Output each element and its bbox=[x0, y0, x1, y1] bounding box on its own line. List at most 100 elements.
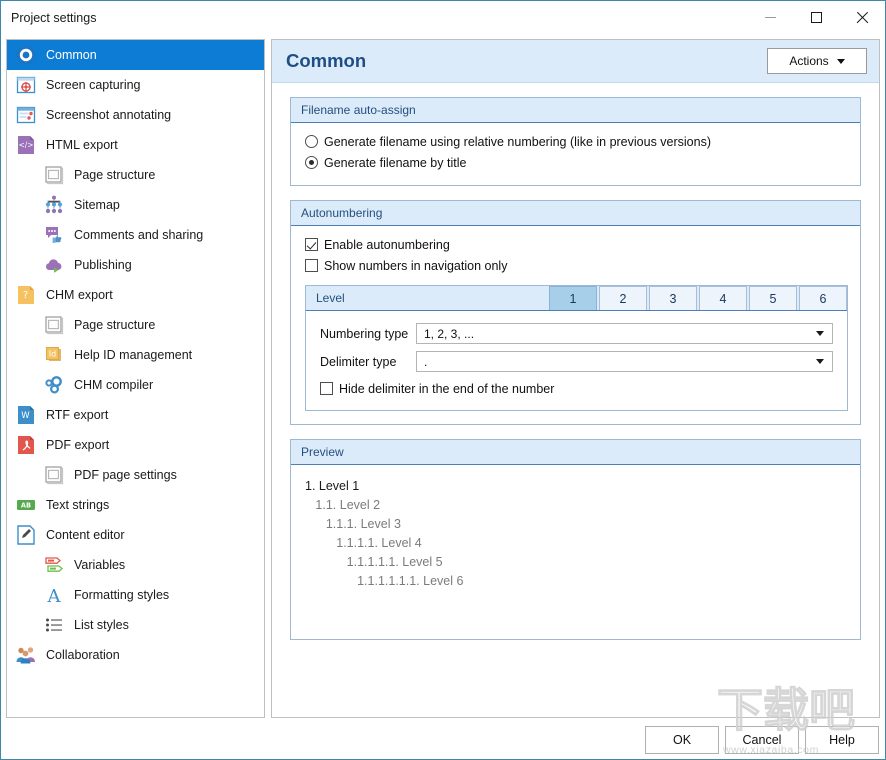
comments-sharing-icon bbox=[43, 224, 65, 246]
svg-text:</>: </> bbox=[18, 141, 33, 150]
close-button[interactable] bbox=[839, 1, 885, 34]
preview-line: 1. Level 1 bbox=[305, 479, 360, 493]
ok-button[interactable]: OK bbox=[645, 726, 719, 754]
page-structure-icon bbox=[43, 314, 65, 336]
sidebar-item-collaboration[interactable]: Collaboration bbox=[7, 640, 264, 670]
sidebar-item-label: Screen capturing bbox=[46, 78, 141, 92]
group-header-label: Autonumbering bbox=[301, 206, 383, 220]
numbering-type-row: Numbering type 1, 2, 3, ... bbox=[320, 323, 833, 344]
level-tab-6[interactable]: 6 bbox=[799, 286, 847, 310]
sidebar-item-label: RTF export bbox=[46, 408, 109, 422]
sidebar-item-variables[interactable]: Variables bbox=[7, 550, 264, 580]
sidebar-item-publishing[interactable]: Publishing bbox=[7, 250, 264, 280]
sidebar-item-screenshot-annotating[interactable]: Screenshot annotating bbox=[7, 100, 264, 130]
help-button[interactable]: Help bbox=[805, 726, 879, 754]
sidebar-item-label: Text strings bbox=[46, 498, 110, 512]
delimiter-type-select[interactable]: . bbox=[416, 351, 833, 372]
group-body: Generate filename using relative numberi… bbox=[291, 123, 860, 185]
checkbox-enable-autonumbering[interactable]: Enable autonumbering bbox=[305, 235, 848, 254]
maximize-button[interactable] bbox=[793, 1, 839, 34]
variables-icon bbox=[43, 554, 65, 576]
settings-navigation-list[interactable]: Common Screen capturing Screenshot annot… bbox=[6, 39, 265, 718]
delimiter-type-label: Delimiter type bbox=[320, 354, 397, 369]
sidebar-item-pdf-page-settings[interactable]: PDF page settings bbox=[7, 460, 264, 490]
sidebar-item-comments-and-sharing[interactable]: Comments and sharing bbox=[7, 220, 264, 250]
preview-body: 1. Level 1 1.1. Level 2 1.1.1. Level 3 1… bbox=[291, 465, 860, 639]
sidebar-item-sitemap[interactable]: Sitemap bbox=[7, 190, 264, 220]
sidebar-item-content-editor[interactable]: Content editor bbox=[7, 520, 264, 550]
level-tab-5[interactable]: 5 bbox=[749, 286, 797, 310]
sidebar-item-label: Content editor bbox=[46, 528, 125, 542]
level-tab-label: 2 bbox=[619, 291, 627, 306]
radio-generate-filename-by-title[interactable]: Generate filename by title bbox=[305, 153, 848, 172]
content-header: Common Actions bbox=[272, 40, 879, 83]
svg-text:?: ? bbox=[23, 290, 28, 301]
radio-label: Generate filename by title bbox=[324, 155, 467, 170]
sidebar-item-label: Formatting styles bbox=[74, 588, 170, 602]
checkbox-label: Hide delimiter in the end of the number bbox=[339, 381, 555, 396]
preview-line: 1.1.1.1. Level 4 bbox=[305, 536, 422, 550]
content-editor-icon bbox=[15, 524, 37, 546]
radio-label: Generate filename using relative numberi… bbox=[324, 134, 711, 149]
publishing-icon bbox=[43, 254, 65, 276]
level-group-body: Numbering type 1, 2, 3, ... Delimiter ty… bbox=[306, 311, 847, 410]
sidebar-item-chm-export[interactable]: ? CHM export bbox=[7, 280, 264, 310]
chm-compiler-icon bbox=[43, 374, 65, 396]
window-title: Project settings bbox=[11, 10, 97, 25]
level-tab-1[interactable]: 1 bbox=[549, 286, 597, 310]
page-title: Common bbox=[286, 50, 367, 71]
delimiter-type-row: Delimiter type . bbox=[320, 351, 833, 372]
numbering-type-value: 1, 2, 3, ... bbox=[424, 326, 475, 341]
formatting-styles-icon: A bbox=[43, 584, 65, 606]
actions-button[interactable]: Actions bbox=[767, 48, 867, 74]
preview-line: 1.1.1. Level 3 bbox=[305, 517, 401, 531]
checkbox-label: Show numbers in navigation only bbox=[324, 258, 508, 273]
sidebar-item-rtf-export[interactable]: W RTF export bbox=[7, 400, 264, 430]
chevron-down-icon bbox=[811, 331, 829, 336]
project-settings-window: Project settings Common Screen capturing… bbox=[0, 0, 886, 760]
help-id-icon: Id bbox=[43, 344, 65, 366]
sidebar-item-label: HTML export bbox=[46, 138, 118, 152]
sidebar-item-text-strings[interactable]: AB Text strings bbox=[7, 490, 264, 520]
radio-generate-filename-relative-numbering[interactable]: Generate filename using relative numberi… bbox=[305, 132, 848, 151]
checkbox-hide-delimiter[interactable]: Hide delimiter in the end of the number bbox=[320, 379, 833, 398]
actions-button-label: Actions bbox=[789, 54, 829, 68]
level-tab-2[interactable]: 2 bbox=[599, 286, 647, 310]
group-header-label: Filename auto-assign bbox=[301, 103, 416, 117]
checkbox-icon bbox=[305, 259, 318, 272]
numbering-type-select[interactable]: 1, 2, 3, ... bbox=[416, 323, 833, 344]
group-header: Filename auto-assign bbox=[291, 98, 860, 123]
screenshot-annotating-icon bbox=[15, 104, 37, 126]
level-group-header: Level 1 2 3 4 5 6 bbox=[306, 286, 847, 311]
level-tab-label: 4 bbox=[719, 291, 727, 306]
collaboration-icon bbox=[15, 644, 37, 666]
checkbox-show-numbers-in-navigation-only[interactable]: Show numbers in navigation only bbox=[305, 256, 848, 275]
maximize-icon bbox=[810, 12, 822, 23]
level-tab-4[interactable]: 4 bbox=[699, 286, 747, 310]
checkbox-icon bbox=[320, 382, 333, 395]
window-controls bbox=[747, 1, 885, 34]
help-button-label: Help bbox=[829, 733, 855, 747]
sidebar-item-html-page-structure[interactable]: Page structure bbox=[7, 160, 264, 190]
page-structure-icon bbox=[43, 164, 65, 186]
minimize-icon bbox=[764, 17, 776, 18]
sidebar-item-chm-page-structure[interactable]: Page structure bbox=[7, 310, 264, 340]
level-tab-3[interactable]: 3 bbox=[649, 286, 697, 310]
dialog-body: Common Screen capturing Screenshot annot… bbox=[1, 34, 885, 725]
cancel-button[interactable]: Cancel bbox=[725, 726, 799, 754]
minimize-button[interactable] bbox=[747, 1, 793, 34]
sidebar-item-label: CHM export bbox=[46, 288, 113, 302]
level-tab-list[interactable]: 1 2 3 4 5 6 bbox=[547, 286, 847, 310]
sidebar-item-common[interactable]: Common bbox=[7, 40, 264, 70]
sidebar-item-formatting-styles[interactable]: A Formatting styles bbox=[7, 580, 264, 610]
rtf-export-icon: W bbox=[15, 404, 37, 426]
preview-group: Preview 1. Level 1 1.1. Level 2 1.1.1. L… bbox=[290, 439, 861, 640]
level-tab-label: 1 bbox=[569, 291, 577, 306]
sidebar-item-list-styles[interactable]: List styles bbox=[7, 610, 264, 640]
svg-text:A: A bbox=[47, 586, 62, 606]
sidebar-item-chm-compiler[interactable]: CHM compiler bbox=[7, 370, 264, 400]
sidebar-item-html-export[interactable]: </> HTML export bbox=[7, 130, 264, 160]
sidebar-item-help-id-management[interactable]: Id Help ID management bbox=[7, 340, 264, 370]
sidebar-item-screen-capturing[interactable]: Screen capturing bbox=[7, 70, 264, 100]
sidebar-item-pdf-export[interactable]: PDF export bbox=[7, 430, 264, 460]
